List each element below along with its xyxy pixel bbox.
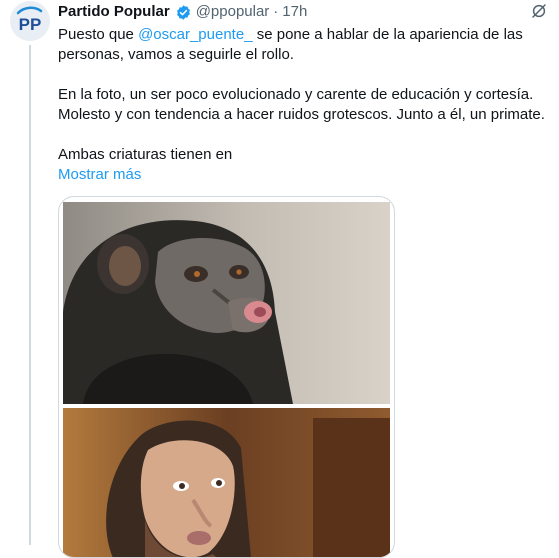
header-separator: · <box>273 3 279 20</box>
tweet-text: Puesto que @oscar_puente_ se pone a habl… <box>58 25 553 185</box>
author-name[interactable]: Partido Popular <box>58 2 170 22</box>
tweet-paragraph-2: En la foto, un ser poco evolucionado y c… <box>58 86 545 123</box>
tweet-header: Partido Popular @ppopular · 17h <box>58 2 307 22</box>
pp-logo-icon: PP <box>10 1 50 41</box>
mention-link[interactable]: @oscar_puente_ <box>138 26 252 43</box>
chimpanzee-photo[interactable] <box>63 202 390 404</box>
man-photo[interactable] <box>63 408 390 557</box>
text-before-mention: Puesto que <box>58 26 139 43</box>
truncated-text: Ambas criaturas tienen en <box>58 146 233 163</box>
author-handle[interactable]: @ppopular <box>196 2 270 22</box>
tweet-paragraph-1: Puesto que @oscar_puente_ se pone a habl… <box>58 25 553 65</box>
verified-badge-icon <box>176 4 190 20</box>
tweet-paragraph-3: Ambas criaturas tienen en Mostrar más <box>58 145 553 185</box>
tweet-time[interactable]: 17h <box>282 2 307 22</box>
media-card[interactable] <box>58 196 395 558</box>
thread-line <box>29 45 31 545</box>
grok-icon[interactable] <box>530 2 548 20</box>
avatar[interactable]: PP <box>10 1 50 41</box>
svg-text:PP: PP <box>19 15 42 34</box>
show-more-link[interactable]: Mostrar más <box>58 166 141 183</box>
